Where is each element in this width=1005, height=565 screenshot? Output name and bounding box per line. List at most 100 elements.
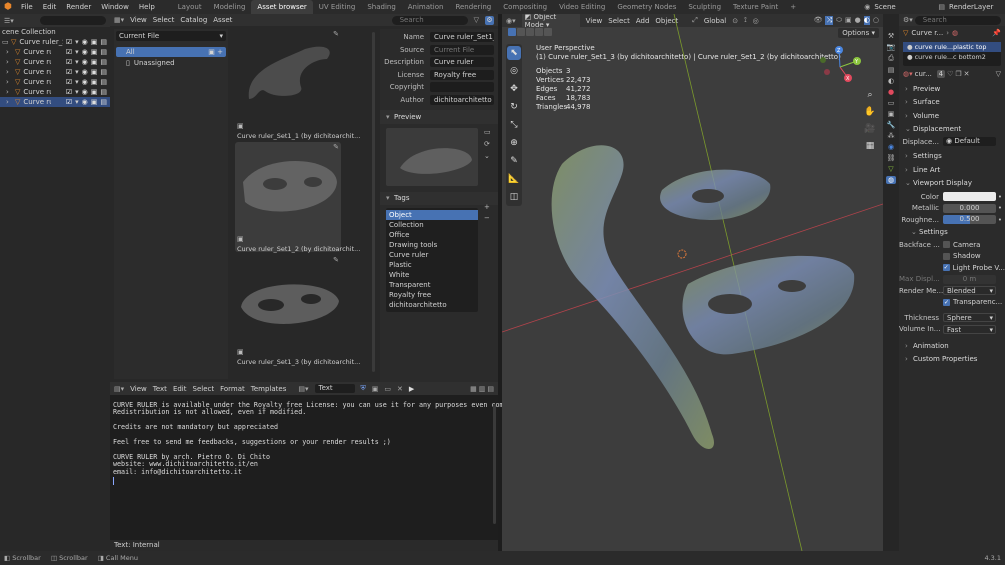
text-scrollbar[interactable] (493, 404, 496, 524)
menu-render[interactable]: Render (61, 0, 96, 14)
particles-tab-icon[interactable]: ⁂ (888, 132, 895, 140)
section-volume[interactable]: › Volume (899, 109, 1005, 123)
eye-icon[interactable]: ◉ (82, 48, 88, 56)
viewport-3d[interactable]: ◉▾ ◩ Object Mode ▾ View Select Add Objec… (502, 14, 883, 551)
editor-type-icon[interactable]: ▤▾ (114, 385, 124, 393)
editor-type-icon[interactable]: ☰▾ (4, 17, 14, 25)
render-icon[interactable]: ▤ (100, 58, 110, 66)
word-wrap-icon[interactable]: ▥ (479, 385, 486, 393)
render-tab-icon[interactable]: 📷 (887, 43, 896, 51)
editor-type-icon[interactable]: ⚙▾ (903, 16, 913, 24)
section-viewport-display[interactable]: ⌄ Viewport Display (899, 177, 1005, 191)
filter-icon[interactable]: ▾ (75, 58, 79, 66)
output-tab-icon[interactable]: ⎙ (888, 54, 894, 63)
expand-chevron-icon[interactable]: › (6, 48, 12, 56)
tag-item[interactable]: Object (386, 210, 478, 220)
camera-icon[interactable]: ▣ (91, 68, 98, 76)
material-browse-icon[interactable]: ◍▾ (903, 70, 913, 78)
catalog-unassigned[interactable]: ▯ Unassigned (116, 58, 226, 68)
name-field[interactable]: Curve ruler_Set1_1 (... (430, 32, 494, 43)
menu-catalog[interactable]: Catalog (180, 16, 207, 24)
checkbox-checked-icon[interactable]: ☑ (66, 98, 72, 106)
constraints-tab-icon[interactable]: ⛓ (887, 154, 896, 162)
metallic-field[interactable]: 0.000 (943, 203, 996, 213)
tag-item[interactable]: Collection (386, 220, 478, 230)
syntax-icon[interactable]: ▤ (487, 385, 494, 393)
shadow-checkbox[interactable]: Shadow (943, 252, 981, 260)
close-icon[interactable]: ✕ (964, 70, 970, 78)
eye-icon[interactable]: ◉ (82, 78, 88, 86)
section-displacement[interactable]: ⌄ Displacement (899, 123, 1005, 137)
text-datablock-name[interactable]: Text (314, 384, 355, 393)
material-users-count[interactable]: 4 (936, 70, 946, 78)
menu-window[interactable]: Window (96, 0, 134, 14)
tool-tab-icon[interactable]: ⚒ (888, 32, 894, 40)
outliner-row[interactable]: ▭▽Curve ruler_Set1☑▾◉▣▤ (0, 37, 110, 47)
keyframe-dot-icon[interactable]: • (998, 216, 1002, 224)
section-settings-sub[interactable]: ⌄ Settings (899, 226, 1005, 240)
filter-icon[interactable]: ▾ (75, 88, 79, 96)
material-tab-icon[interactable]: ◍ (885, 176, 897, 184)
menu-file[interactable]: File (16, 0, 38, 14)
filter-icon[interactable]: ▾ (75, 68, 79, 76)
new-text-icon[interactable]: ▣ (372, 385, 379, 393)
volume-int-select[interactable]: Fast ▾ (943, 324, 996, 334)
world-tab-icon[interactable]: ● (888, 88, 894, 96)
filter-icon[interactable]: ▾ (75, 98, 79, 106)
expand-chevron-icon[interactable]: › (6, 78, 12, 86)
filter-icon[interactable]: ▽ (474, 16, 479, 24)
filter-icon[interactable]: ▾ (75, 78, 79, 86)
editor-type-icon[interactable]: ▦▾ (114, 16, 124, 24)
tab-modeling[interactable]: Modeling (208, 0, 252, 14)
tab-animation[interactable]: Animation (402, 0, 450, 14)
scene-collection[interactable]: cene Collection (0, 27, 110, 37)
expand-chevron-icon[interactable]: › (6, 98, 12, 106)
menu-templates[interactable]: Templates (251, 385, 287, 393)
filter-icon[interactable]: ▽ (996, 70, 1001, 78)
run-script-icon[interactable]: ▶ (409, 385, 414, 393)
fake-user-icon[interactable]: ♡ (947, 70, 953, 78)
asset-search-input[interactable]: Search (391, 15, 468, 25)
refresh-icon[interactable]: ⟳ (484, 138, 491, 150)
tab-geometry-nodes[interactable]: Geometry Nodes (611, 0, 682, 14)
object-tab-icon[interactable]: ▣ (888, 110, 895, 118)
roughness-slider[interactable]: 0.500 (943, 215, 996, 225)
filter-icon[interactable]: ▾ (75, 48, 79, 56)
menu-select[interactable]: Select (193, 385, 215, 393)
render-icon[interactable]: ▤ (100, 78, 110, 86)
menu-edit[interactable]: Edit (173, 385, 187, 393)
camera-icon[interactable]: ▣ (91, 88, 98, 96)
text-content[interactable]: CURVE RULER is available under the Royal… (113, 401, 536, 542)
edit-icon[interactable]: ✎ (333, 30, 339, 38)
tab-layout[interactable]: Layout (172, 0, 208, 14)
checkbox-checked-icon[interactable]: ☑ (66, 58, 72, 66)
eye-icon[interactable]: ◉ (82, 98, 88, 106)
tab-video-editing[interactable]: Video Editing (553, 0, 611, 14)
menu-select[interactable]: Select (153, 16, 175, 24)
displacement-select[interactable]: ◉ Default (943, 137, 996, 147)
menu-text[interactable]: Text (153, 385, 167, 393)
eye-icon[interactable]: ◉ (82, 38, 88, 46)
menu-view[interactable]: View (130, 385, 147, 393)
chevron-down-icon[interactable]: ⌄ (484, 150, 491, 162)
asset-tile[interactable]: ✎ ▣ Curve ruler_Set1_1 (by dichitoarchit… (235, 29, 360, 140)
expand-chevron-icon[interactable]: › (6, 68, 12, 76)
render-method-select[interactable]: Blended ▾ (943, 286, 996, 296)
checkbox-checked-icon[interactable]: ☑ (66, 48, 72, 56)
checkbox-checked-icon[interactable]: ☑ (66, 88, 72, 96)
outliner-row[interactable]: ›▽Curve rul ☑▾◉▣▤ (0, 67, 110, 77)
settings-icon[interactable]: ⚙ (485, 15, 494, 25)
camera-icon[interactable]: ▣ (91, 98, 98, 106)
section-surface[interactable]: › Surface (899, 96, 1005, 110)
eye-icon[interactable]: ◉ (82, 68, 88, 76)
transparency-checkbox[interactable]: ✓ Transparenc... (943, 298, 1002, 306)
close-icon[interactable]: ✕ (397, 385, 403, 393)
filter-icon[interactable]: ▾ (75, 38, 79, 46)
render-icon[interactable]: ▤ (100, 68, 110, 76)
section-preview[interactable]: › Preview (899, 82, 1005, 96)
folder-icon[interactable]: ▭ (484, 126, 491, 138)
keyframe-dot-icon[interactable]: • (998, 204, 1002, 212)
duplicate-icon[interactable]: ❐ (955, 70, 961, 78)
author-field[interactable]: dichitoarchitetto (430, 94, 494, 105)
outliner-row[interactable]: ›▽Curve rul ☑▾◉▣▤ (0, 77, 110, 87)
